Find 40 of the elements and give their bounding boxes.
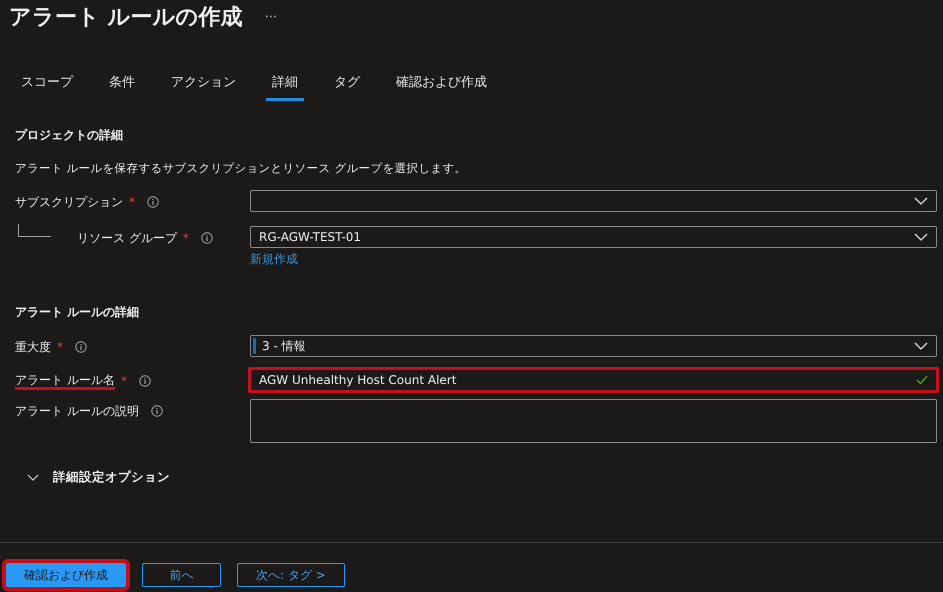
text-field[interactable]: AGW Unhealthy Host Count Alert — [248, 367, 939, 393]
dropdown-field[interactable]: 3 - 情報 — [250, 335, 937, 357]
field-label: 重大度 — [15, 338, 51, 356]
info-icon[interactable] — [138, 375, 151, 387]
info-icon[interactable] — [147, 196, 159, 208]
section-description: アラート ルールを保存するサブスクリプションとリソース グループを選択します。 — [14, 161, 468, 176]
info-icon[interactable] — [75, 341, 87, 353]
field-label: サブスクリプション — [15, 194, 123, 210]
create-new-link[interactable]: 新規作成 — [250, 251, 298, 268]
required-marker: * — [129, 195, 135, 209]
info-icon[interactable] — [150, 405, 163, 417]
tab[interactable]: スコープ — [15, 72, 79, 101]
info-icon[interactable] — [200, 232, 213, 244]
section-heading: アラート ルールの詳細 — [14, 304, 140, 321]
tab[interactable]: アクション — [165, 72, 242, 101]
nav-button[interactable]: 次へ: タグ > — [237, 563, 345, 587]
advanced-options-toggle[interactable]: 詳細設定オプション — [0, 468, 943, 487]
review-create-button[interactable]: 確認および作成 — [6, 563, 126, 587]
field-label: リソース グループ — [77, 230, 177, 246]
chevron-down-icon — [27, 474, 39, 481]
field-label: アラート ルール名 — [15, 372, 115, 390]
chevron-down-icon — [914, 233, 928, 241]
tab[interactable]: タグ — [328, 72, 366, 101]
page-title: アラート ルールの作成 — [9, 4, 243, 32]
required-marker: * — [120, 374, 127, 388]
chevron-down-icon — [914, 342, 928, 350]
tab[interactable]: 条件 — [103, 72, 141, 101]
tab[interactable]: 確認および作成 — [390, 72, 493, 101]
dropdown-field[interactable] — [250, 190, 937, 212]
field-label: アラート ルールの説明 — [15, 402, 139, 420]
required-marker: * — [182, 231, 189, 245]
tab[interactable]: 詳細 — [266, 72, 304, 101]
chevron-down-icon — [914, 197, 928, 205]
required-marker: * — [57, 340, 63, 354]
checkmark-icon — [916, 375, 928, 385]
section-heading: プロジェクトの詳細 — [14, 127, 124, 144]
more-options-button[interactable]: ··· — [264, 10, 278, 24]
textarea-field[interactable] — [250, 399, 937, 443]
nav-button[interactable]: 前へ — [142, 563, 221, 587]
dropdown-field[interactable]: RG-AGW-TEST-01 — [250, 226, 937, 248]
